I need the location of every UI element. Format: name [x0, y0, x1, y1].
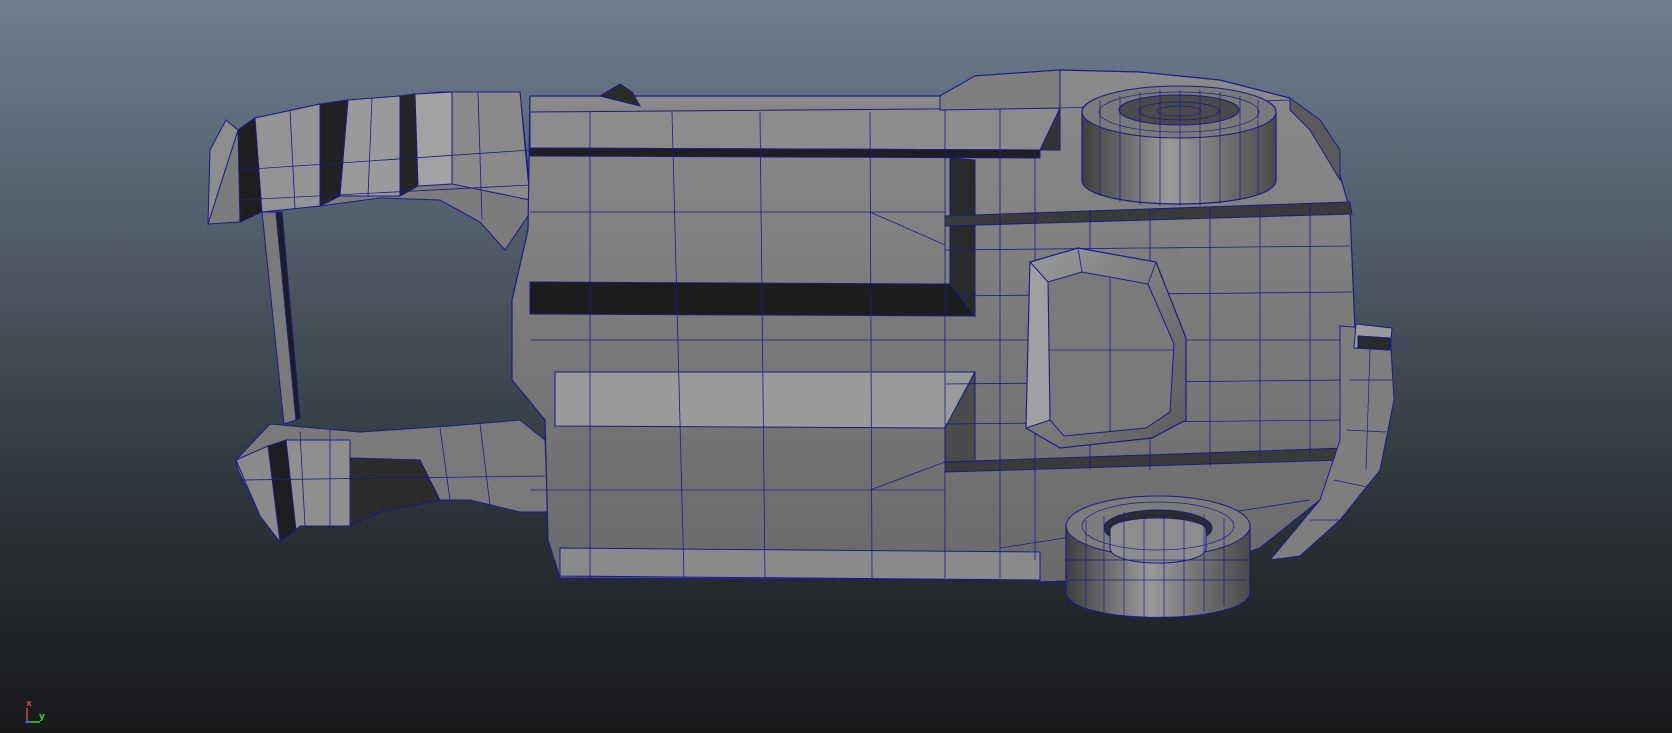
- front-right-wheel[interactable]: [1081, 85, 1277, 206]
- axis-gizmo: x y: [22, 698, 52, 728]
- car-mesh-render[interactable]: [0, 0, 1672, 733]
- rear-frame-lower[interactable]: [235, 419, 549, 544]
- fuel-tank[interactable]: [1025, 247, 1187, 449]
- 3d-viewport[interactable]: x y: [0, 0, 1672, 733]
- axis-y-label: y: [39, 712, 45, 722]
- axis-x-label: x: [26, 699, 32, 709]
- front-left-wheel[interactable]: [1065, 495, 1251, 619]
- rear-frame-upper[interactable]: [207, 91, 533, 425]
